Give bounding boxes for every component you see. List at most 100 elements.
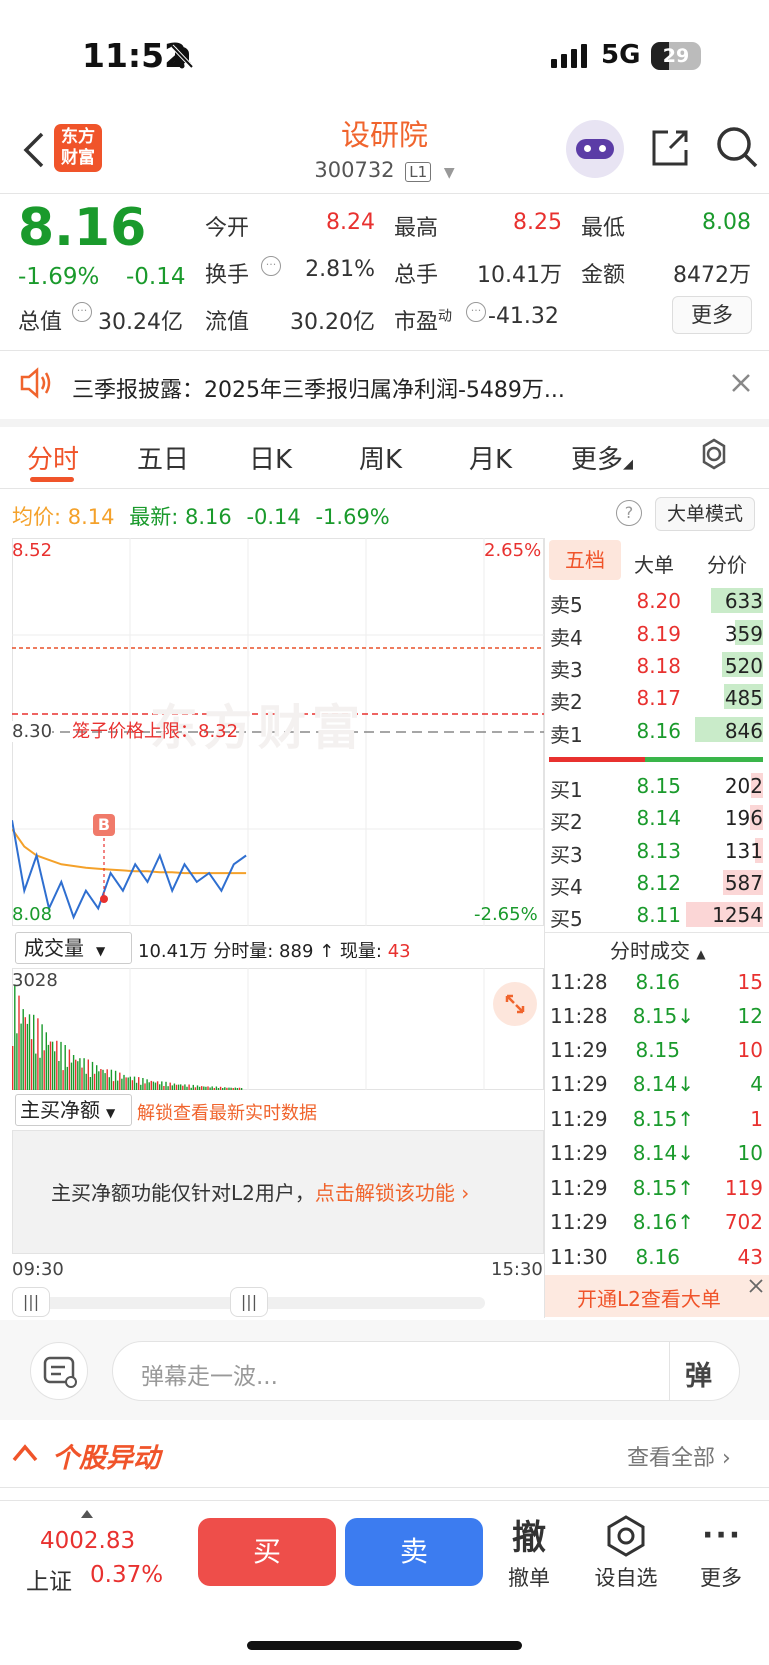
- bid5-price[interactable]: 8.11: [611, 903, 681, 927]
- volume-bar: [43, 1050, 45, 1090]
- sell-button[interactable]: 卖: [345, 1518, 483, 1586]
- ask2-price[interactable]: 8.17: [611, 686, 681, 710]
- volume-chart: [12, 968, 544, 1090]
- net-buy-select[interactable]: 主买净额 ▼: [15, 1094, 132, 1126]
- more-dots-icon[interactable]: ···: [702, 1518, 742, 1553]
- tick-time: 11:28: [550, 1004, 608, 1028]
- danmaku-settings-icon[interactable]: [30, 1342, 88, 1400]
- tick-time: 11:29: [550, 1141, 608, 1165]
- volume-summary: 10.41万 分时量: 889 ↑ 现量: 43: [138, 941, 411, 962]
- tick-price: 8.14↓: [632, 1141, 694, 1165]
- settings-icon[interactable]: [697, 437, 731, 471]
- tick-vol: 15: [737, 970, 763, 994]
- network-label: 5G: [601, 40, 641, 70]
- ask3-vol: 520: [724, 654, 763, 678]
- bid3-price[interactable]: 8.13: [611, 839, 681, 863]
- tab-5day[interactable]: 五日: [137, 439, 189, 476]
- more-label[interactable]: 更多: [686, 1562, 756, 1592]
- volume-bar: [228, 1087, 230, 1090]
- volume-bar: [161, 1081, 163, 1090]
- volume-bar: [142, 1078, 144, 1090]
- danmaku-input[interactable]: 弹幕走一波... 弹: [112, 1341, 740, 1401]
- tab-big-orders[interactable]: 大单: [634, 549, 674, 578]
- bid1-price[interactable]: 8.15: [611, 774, 681, 798]
- add-favorite-label[interactable]: 设自选: [591, 1562, 661, 1592]
- ticks-title[interactable]: 分时成交 ▲: [610, 935, 706, 964]
- tab-daily-k[interactable]: 日K: [249, 439, 292, 476]
- volume-bar: [203, 1086, 205, 1090]
- ask4-price[interactable]: 8.19: [611, 622, 681, 646]
- help-icon[interactable]: ?: [616, 500, 642, 526]
- bell-muted-icon: [170, 44, 194, 69]
- bid2-price[interactable]: 8.14: [611, 806, 681, 830]
- volume-bar: [16, 1033, 18, 1090]
- send-danmaku-button[interactable]: 弹: [685, 1354, 712, 1393]
- info-icon[interactable]: ···: [261, 256, 281, 276]
- volume-bar: [215, 1086, 218, 1090]
- tab-intraday[interactable]: 分时: [27, 439, 79, 476]
- share-icon[interactable]: [648, 126, 692, 170]
- unlock-feature-link[interactable]: 点击解锁该功能 ›: [315, 1181, 469, 1205]
- index-name[interactable]: 上证: [26, 1562, 72, 1596]
- buy-point: [100, 895, 108, 903]
- volume-bar: [81, 1067, 83, 1090]
- volume-bar: [135, 1082, 138, 1090]
- ask5-price[interactable]: 8.20: [611, 589, 681, 613]
- avg-info: 均价: 8.14 最新: 8.16 -0.14 -1.69%: [12, 505, 390, 529]
- info-icon[interactable]: ···: [466, 302, 486, 322]
- volume-bar: [87, 1059, 89, 1090]
- index-pct[interactable]: 0.37%: [90, 1562, 163, 1588]
- view-all-link[interactable]: 查看全部 ›: [627, 1440, 731, 1472]
- expand-icon[interactable]: [493, 982, 537, 1026]
- l2-banner[interactable]: 开通L2查看大单: [545, 1275, 769, 1317]
- tick-vol: 702: [724, 1210, 763, 1234]
- info-icon[interactable]: ···: [72, 302, 92, 322]
- ask1-price[interactable]: 8.16: [611, 719, 681, 743]
- volume-bar: [51, 1041, 54, 1090]
- scroll-handle-right[interactable]: |||: [230, 1287, 268, 1317]
- close-icon[interactable]: [747, 1277, 765, 1295]
- search-icon[interactable]: [714, 124, 760, 170]
- tab-five-levels[interactable]: 五档: [549, 540, 621, 580]
- tab-monthly-k[interactable]: 月K: [469, 439, 512, 476]
- buy-sell-ratio-red: [549, 757, 645, 762]
- volume-bar: [106, 1069, 108, 1090]
- net-unlock-link[interactable]: 解锁查看最新实时数据: [137, 1099, 317, 1125]
- index-value[interactable]: 4002.83: [40, 1528, 135, 1554]
- buy-marker[interactable]: B: [93, 814, 115, 836]
- volume-bar: [89, 1077, 92, 1090]
- tab-weekly-k[interactable]: 周K: [359, 439, 402, 476]
- volume-bar: [117, 1080, 119, 1090]
- volume-bar: [167, 1086, 169, 1090]
- volume-label: 总手: [394, 263, 439, 288]
- buy-sell-ratio-green: [645, 757, 763, 762]
- scroll-handle-left[interactable]: |||: [12, 1287, 50, 1317]
- volume-bar: [14, 984, 16, 1090]
- time-end: 15:30: [491, 1259, 543, 1280]
- notice-text[interactable]: 三季报披露：2025年三季报归属净利润-5489万...: [72, 372, 672, 404]
- high-label: 最高: [394, 216, 439, 241]
- bid4-price[interactable]: 8.12: [611, 871, 681, 895]
- volume-bar: [104, 1073, 106, 1090]
- big-order-mode-button[interactable]: 大单模式: [655, 497, 755, 531]
- ask3-price[interactable]: 8.18: [611, 654, 681, 678]
- volume-bar: [144, 1083, 146, 1090]
- mktcap-value: 30.24亿: [98, 310, 183, 335]
- close-icon[interactable]: [730, 372, 752, 394]
- float-value: 30.20亿: [290, 310, 375, 335]
- tab-more[interactable]: 更多◢: [571, 439, 633, 476]
- buy-button[interactable]: 买: [198, 1518, 336, 1586]
- cancel-order-icon[interactable]: 撤: [512, 1510, 546, 1559]
- robot-assistant-icon[interactable]: [566, 120, 624, 178]
- movement-title: 个股异动: [52, 1443, 160, 1474]
- more-quote-button[interactable]: 更多: [672, 296, 752, 334]
- indicator-select[interactable]: 成交量 ▼: [15, 932, 132, 964]
- chevron-up-icon[interactable]: [10, 1440, 40, 1464]
- volume-bar: [45, 1032, 47, 1090]
- volume-bar: [108, 1077, 110, 1090]
- tab-price-distribution[interactable]: 分价: [707, 549, 747, 578]
- cancel-order-label[interactable]: 撤单: [494, 1562, 564, 1592]
- volume-bar: [192, 1084, 194, 1090]
- add-favorite-icon[interactable]: [604, 1514, 648, 1558]
- bid4-label: 买4: [550, 875, 583, 899]
